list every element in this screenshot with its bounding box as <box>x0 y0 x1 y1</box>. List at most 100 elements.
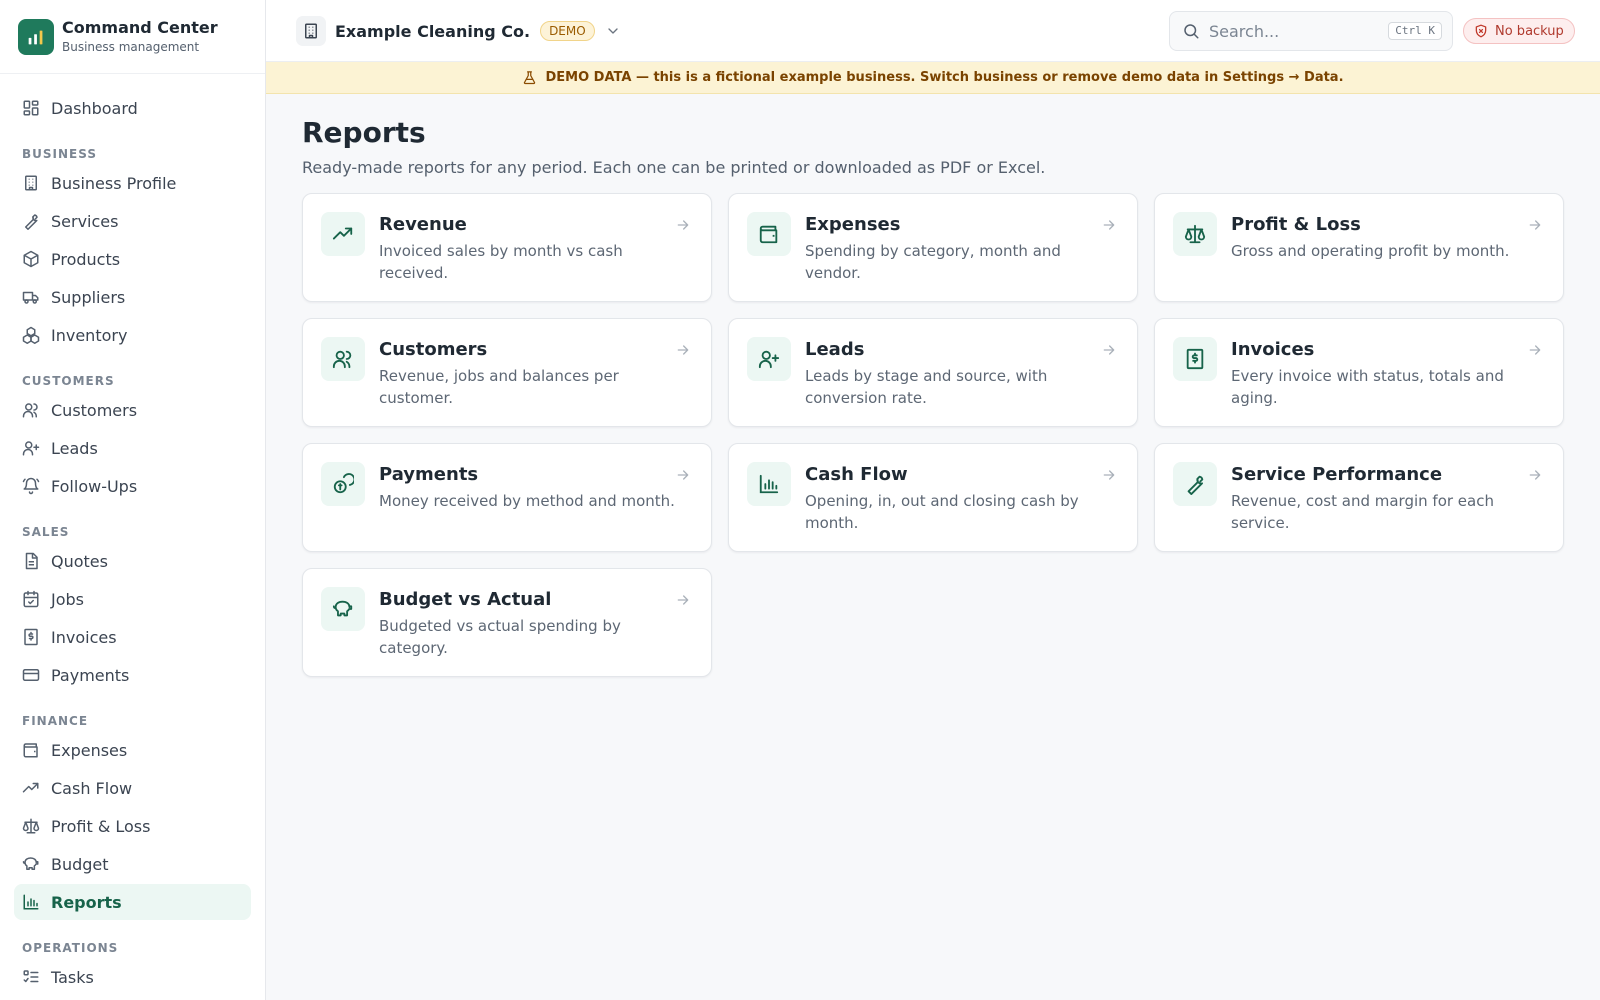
demo-badge: DEMO <box>540 21 595 41</box>
arrow-right-icon <box>1103 470 1115 480</box>
report-card-revenue[interactable]: Revenue Invoiced sales by month vs cash … <box>302 193 712 302</box>
report-card-customers[interactable]: Customers Revenue, jobs and balances per… <box>302 318 712 427</box>
sidebar-item-quotes[interactable]: Quotes <box>14 543 251 579</box>
report-title: Customers <box>379 339 488 360</box>
credit-card-icon <box>22 669 40 681</box>
report-description: Spending by category, month and vendor. <box>805 242 1061 282</box>
wallet-icon <box>747 212 791 256</box>
sidebar-item-budget[interactable]: Budget <box>14 846 251 882</box>
wallet-icon <box>23 743 38 758</box>
arrow-right-icon <box>1103 220 1115 230</box>
brand[interactable]: Command Center Business management <box>0 0 265 74</box>
business-name: Example Cleaning Co. <box>335 21 531 41</box>
building-icon <box>296 16 326 46</box>
report-title: Payments <box>379 464 479 485</box>
sidebar-item-follow-ups[interactable]: Follow-Ups <box>14 468 251 504</box>
reports-grid: Revenue Invoiced sales by month vs cash … <box>302 193 1564 677</box>
scale-icon <box>22 818 40 834</box>
sidebar-item-label: Tasks <box>51 967 94 987</box>
sidebar-item-label: Dashboard <box>51 98 138 118</box>
sidebar-item-suppliers[interactable]: Suppliers <box>14 279 251 315</box>
invoice-icon <box>1173 337 1217 381</box>
arrow-right-icon <box>1529 220 1541 230</box>
chevron-down-icon <box>608 28 618 34</box>
sidebar-section-customers: CUSTOMERS <box>22 374 115 388</box>
report-card-cash-flow[interactable]: Cash Flow Opening, in, out and closing c… <box>728 443 1138 552</box>
sidebar-section-sales: SALES <box>22 525 70 539</box>
arrow-right-icon <box>1529 345 1541 355</box>
sidebar-item-tasks[interactable]: Tasks <box>14 959 251 995</box>
report-description: Budgeted vs actual spending by category. <box>379 617 621 657</box>
shield-alert-icon <box>1475 24 1487 38</box>
report-card-profit-loss[interactable]: Profit & Loss Gross and operating profit… <box>1154 193 1564 302</box>
scale-icon <box>1173 212 1217 256</box>
report-description: Invoiced sales by month vs cash received… <box>379 242 623 282</box>
calendar-check-icon <box>23 590 39 608</box>
box-icon <box>23 250 39 268</box>
sidebar-item-label: Quotes <box>51 551 108 571</box>
page-subtitle: Ready-made reports for any period. Each … <box>302 158 1046 177</box>
report-card-leads[interactable]: Leads Leads by stage and source, with co… <box>728 318 1138 427</box>
sidebar-item-label: Cash Flow <box>51 778 133 798</box>
report-card-expenses[interactable]: Expenses Spending by category, month and… <box>728 193 1138 302</box>
topbar: Example Cleaning Co. DEMO Search... Ctrl… <box>266 0 1600 62</box>
sidebar-item-label: Reports <box>51 892 122 912</box>
report-title: Profit & Loss <box>1231 214 1361 235</box>
sidebar-item-leads[interactable]: Leads <box>14 430 251 466</box>
sidebar-item-customers[interactable]: Customers <box>14 392 251 428</box>
arrow-right-icon <box>677 220 689 230</box>
sidebar-item-dashboard[interactable]: Dashboard <box>14 90 251 126</box>
sidebar-item-services[interactable]: Services <box>14 203 251 239</box>
report-card-budget-vs-actual[interactable]: Budget vs Actual Budgeted vs actual spen… <box>302 568 712 677</box>
search-input[interactable]: Search... Ctrl K <box>1169 11 1453 51</box>
sidebar-item-label: Products <box>51 249 121 269</box>
app-logo-icon <box>18 18 54 55</box>
arrow-right-icon <box>1529 470 1541 480</box>
sidebar-item-label: Payments <box>51 665 130 685</box>
bell-icon <box>22 477 40 495</box>
sidebar-item-business-profile[interactable]: Business Profile <box>14 165 251 201</box>
report-card-invoices[interactable]: Invoices Every invoice with status, tota… <box>1154 318 1564 427</box>
report-title: Cash Flow <box>805 464 908 485</box>
search-shortcut-hint: Ctrl K <box>1388 22 1442 40</box>
report-title: Expenses <box>805 214 901 235</box>
backup-status-label: No backup <box>1495 23 1564 39</box>
arrow-right-icon <box>1103 345 1115 355</box>
sidebar-item-label: Business Profile <box>51 173 177 193</box>
sidebar-item-profit-loss[interactable]: Profit & Loss <box>14 808 251 844</box>
sidebar-item-reports[interactable]: Reports <box>14 884 251 920</box>
arrow-right-icon <box>677 345 689 355</box>
sidebar-item-label: Profit & Loss <box>51 816 151 836</box>
search-placeholder: Search... <box>1209 21 1280 41</box>
demo-data-banner: DEMO DATA — this is a fictional example … <box>266 62 1600 94</box>
sidebar-item-payments[interactable]: Payments <box>14 657 251 693</box>
trending-up-icon <box>321 212 365 256</box>
main-content: Reports Ready-made reports for any perio… <box>302 94 1564 677</box>
sidebar-item-label: Suppliers <box>51 287 126 307</box>
users-icon <box>321 337 365 381</box>
sidebar-item-jobs[interactable]: Jobs <box>14 581 251 617</box>
sidebar-item-label: Expenses <box>51 740 128 760</box>
sidebar-item-label: Invoices <box>51 627 117 647</box>
users-icon <box>22 403 38 418</box>
sidebar-item-invoices[interactable]: Invoices <box>14 619 251 655</box>
sidebar-item-inventory[interactable]: Inventory <box>14 317 251 353</box>
report-card-service-performance[interactable]: Service Performance Revenue, cost and ma… <box>1154 443 1564 552</box>
user-plus-icon <box>22 441 40 456</box>
wrench-icon <box>1173 462 1217 506</box>
report-description: Gross and operating profit by month. <box>1231 242 1510 260</box>
sidebar-section-finance: FINANCE <box>22 714 89 728</box>
sidebar-nav: Dashboard BUSINESS Business Profile Serv… <box>0 74 265 995</box>
sidebar-item-expenses[interactable]: Expenses <box>14 732 251 768</box>
business-switcher[interactable]: Example Cleaning Co. DEMO <box>296 16 621 46</box>
demo-banner-text: DEMO DATA — this is a fictional example … <box>545 70 1344 85</box>
backup-status-button[interactable]: No backup <box>1463 18 1575 44</box>
sidebar-item-products[interactable]: Products <box>14 241 251 277</box>
flask-icon <box>524 71 536 85</box>
truck-icon <box>22 291 39 304</box>
sidebar-item-label: Jobs <box>51 589 84 609</box>
sidebar-item-label: Leads <box>51 438 98 458</box>
sidebar-item-cash-flow[interactable]: Cash Flow <box>14 770 251 806</box>
report-card-payments[interactable]: Payments Money received by method and mo… <box>302 443 712 552</box>
report-title: Invoices <box>1231 339 1315 360</box>
